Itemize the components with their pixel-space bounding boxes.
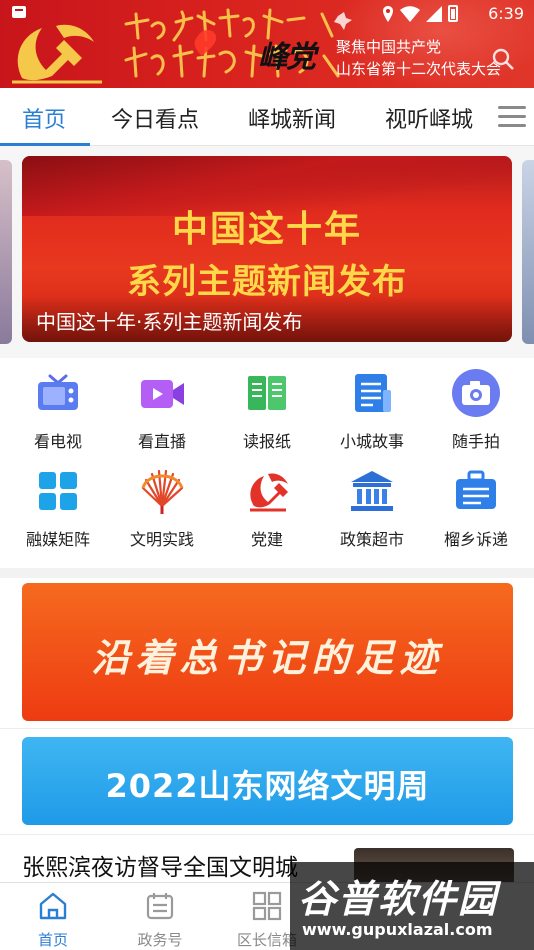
grid-label: 随手拍	[451, 432, 500, 451]
tab-today-highlights[interactable]: 今日看点	[111, 102, 199, 134]
grid-label: 读报纸	[242, 432, 291, 451]
location-icon	[383, 5, 393, 22]
newspaper-icon	[248, 376, 286, 410]
grid-item-party-building[interactable]: 党建	[214, 466, 320, 556]
watermark-title: 谷普软件园	[298, 877, 499, 921]
promo-banner-text: 2022山东网络文明周	[105, 767, 430, 805]
grid-label: 融媒矩阵	[25, 530, 90, 549]
grid-label: 看电视	[33, 432, 82, 451]
grid-label: 文明实践	[129, 530, 194, 549]
grid-label: 小城故事	[339, 432, 404, 451]
nav-government-accounts[interactable]: 政务号	[115, 889, 205, 950]
channel-menu-icon[interactable]	[498, 106, 526, 128]
tab-yicheng-audio-video[interactable]: 视听峄城	[385, 102, 473, 134]
account-card-icon	[146, 893, 174, 920]
slide-headline-1: 中国这十年	[171, 208, 362, 250]
grid-item-newspaper[interactable]: 读报纸	[214, 368, 320, 458]
status-time: 6:39	[488, 4, 524, 23]
carousel-slide[interactable]: 中国这十年 系列主题新闻发布 中国这十年·系列主题新闻发布	[22, 156, 512, 342]
promo-banner-text: 沿着总书记的足迹	[91, 635, 444, 680]
document-icon	[355, 374, 391, 412]
status-icons	[382, 5, 458, 22]
congress-line-1: 聚焦中国共产党	[336, 38, 442, 56]
carousel-next-slide[interactable]	[522, 160, 534, 344]
camera-icon	[452, 369, 500, 417]
congress-banner-text[interactable]: 聚焦中国共产党 山东省第十二次代表大会	[336, 36, 501, 80]
message-notification-icon	[12, 6, 26, 18]
promo-banner-civility-week[interactable]: 2022山东网络文明周	[22, 737, 513, 825]
battery-icon	[448, 5, 458, 22]
congress-line-2: 山东省第十二次代表大会	[336, 60, 502, 78]
search-icon[interactable]	[492, 48, 514, 70]
grid-apps-icon	[252, 891, 282, 921]
fan-icon	[141, 469, 184, 514]
section-separator	[0, 568, 534, 578]
grid-label: 党建	[250, 530, 283, 549]
matrix-grid-icon	[39, 472, 77, 510]
party-emblem-icon	[250, 473, 288, 512]
carousel-prev-slide[interactable]	[0, 160, 12, 344]
wifi-icon	[400, 5, 420, 22]
grid-item-policy-market[interactable]: 政策超市	[319, 466, 425, 556]
promo-banner-footsteps[interactable]: 沿着总书记的足迹	[22, 583, 513, 721]
grid-item-town-stories[interactable]: 小城故事	[319, 368, 425, 458]
grid-item-live[interactable]: 看直播	[109, 368, 215, 458]
news-headline[interactable]: 张熙滨夜访督导全国文明城	[22, 848, 298, 882]
divider	[0, 728, 534, 729]
grid-item-tv[interactable]: 看电视	[5, 368, 111, 458]
calligraphy-slogan	[124, 8, 352, 78]
grid-item-civilization-practice[interactable]: 文明实践	[109, 466, 215, 556]
live-video-icon	[141, 380, 184, 408]
banner-carousel: 中国这十年 系列主题新闻发布 中国这十年·系列主题新闻发布	[0, 146, 534, 358]
briefcase-icon	[456, 470, 496, 509]
government-building-icon	[351, 471, 393, 511]
grid-label: 政策超市	[339, 530, 404, 549]
grid-label: 榴乡诉递	[443, 530, 508, 549]
app-brand-logo: 峰党	[258, 40, 316, 75]
grid-label: 看直播	[137, 432, 186, 451]
grid-item-media-matrix[interactable]: 融媒矩阵	[5, 466, 111, 556]
grid-item-appeal-delivery[interactable]: 榴乡诉递	[423, 466, 529, 556]
nav-label: 政务号	[137, 931, 183, 949]
party-emblem-icon	[12, 24, 102, 84]
app-header: 6:39 峰党 聚焦中国共产党 山东省第十二次代表大会	[0, 0, 534, 88]
channel-tabs: 首页 今日看点 峄城新闻 视听峄城	[0, 88, 534, 146]
feature-grid: 看电视 看直播 读报纸 小城故事 随手拍 融媒矩阵 文明实践 党建 政策超市 榴…	[0, 358, 534, 568]
slide-caption: 中国这十年·系列主题新闻发布	[22, 296, 512, 342]
home-icon	[39, 892, 67, 920]
signal-icon	[426, 5, 442, 22]
nav-label: 首页	[37, 931, 68, 949]
grid-item-snapshot[interactable]: 随手拍	[423, 368, 529, 458]
tab-yicheng-news[interactable]: 峄城新闻	[248, 102, 336, 134]
site-watermark: 谷普软件园 www.gupuxlazal.com	[290, 862, 534, 950]
watermark-url: www.gupuxlazal.com	[302, 920, 493, 939]
tv-icon	[38, 374, 78, 410]
tab-home[interactable]: 首页	[22, 102, 66, 134]
divider	[0, 834, 534, 835]
nav-home[interactable]: 首页	[8, 889, 98, 950]
